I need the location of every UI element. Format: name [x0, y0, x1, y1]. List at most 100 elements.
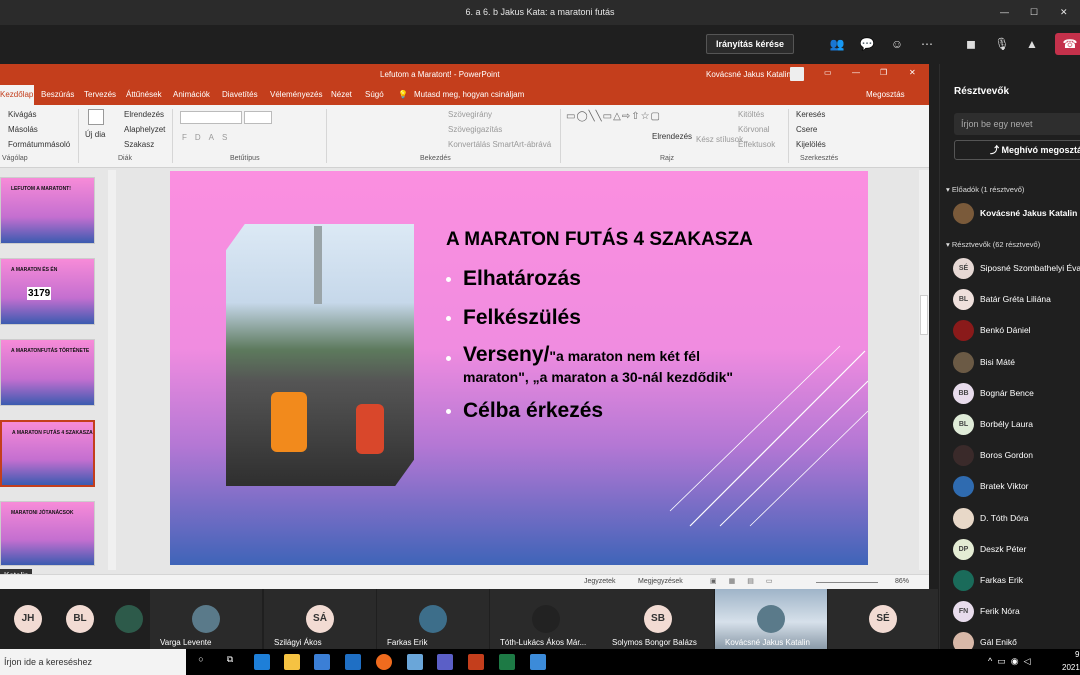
notes-button[interactable]: Jegyzetek [584, 578, 616, 585]
ribbon-display-icon[interactable]: ▭ [824, 68, 832, 77]
photos-icon[interactable] [530, 654, 546, 670]
align-text-button[interactable]: Szövegigazítás [448, 125, 502, 134]
font-size-field[interactable] [244, 111, 272, 124]
participant-row[interactable]: DP Deszk Péter [953, 538, 1080, 561]
participant-row[interactable]: Bisi Máté [953, 351, 1080, 374]
tab-review[interactable]: Véleményezés [270, 90, 322, 99]
slide-thumbnail-3[interactable]: A MARATONFUTÁS TÖRTÉNETE [0, 339, 95, 406]
comments-button[interactable]: Megjegyzések [638, 578, 683, 585]
app-icon[interactable] [407, 654, 423, 670]
convert-smartart-button[interactable]: Konvertálás SmartArt-ábrává [448, 140, 551, 149]
text-direction-button[interactable]: Szövegirány [448, 110, 492, 119]
video-tile[interactable]: Tóth-Lukács Ákos Már... [490, 589, 602, 649]
mail-icon[interactable] [345, 654, 361, 670]
arrange-button[interactable]: Elrendezés [652, 132, 692, 141]
share-screen-icon[interactable]: ▲ [1023, 35, 1041, 53]
cut-button[interactable]: Kivágás [8, 110, 36, 119]
firefox-icon[interactable] [376, 654, 392, 670]
new-slide-button[interactable]: Új dia [85, 130, 105, 139]
video-tile[interactable]: Farkas Erik [377, 589, 489, 649]
tab-animations[interactable]: Animációk [173, 90, 210, 99]
tab-home[interactable]: Kezdőlap [0, 85, 34, 105]
participant-row[interactable]: SÉ Siposné Szombathelyi Éva [953, 258, 1080, 280]
zoom-level[interactable]: 86% [895, 578, 909, 585]
format-painter-button[interactable]: Formátummásoló [8, 140, 70, 149]
clock[interactable]: 9 [1075, 650, 1079, 659]
cortana-icon[interactable]: ○ [193, 654, 209, 670]
chat-icon[interactable]: 💬 [858, 35, 876, 53]
share-button[interactable]: Megosztás [866, 90, 905, 99]
presenters-section-label[interactable]: ▾ Előadók (1 résztvevő) [946, 185, 1024, 194]
participant-row[interactable]: Boros Gordon [953, 445, 1080, 467]
participant-row[interactable]: Farkas Erik [953, 570, 1080, 592]
hang-up-button[interactable]: ☎ [1055, 33, 1080, 55]
participant-row[interactable]: D. Tóth Dóra [953, 507, 1080, 530]
ppt-minimize-icon[interactable]: — [852, 68, 860, 77]
replace-button[interactable]: Csere [796, 125, 817, 134]
slide[interactable]: A MARATON FUTÁS 4 SZAKASZA Elhatározás F… [170, 171, 868, 565]
shapes-gallery[interactable]: ▭◯╲╲▭△⇨⇧☆▢ [566, 111, 661, 122]
reactions-icon[interactable]: ☺ [888, 35, 906, 53]
task-view-icon[interactable]: ⧉ [222, 654, 238, 670]
share-invite-button[interactable]: ⤴ Meghívó megosztá [954, 140, 1080, 160]
video-tile[interactable]: Kovácsné Jakus Katalin [715, 589, 827, 649]
tab-slideshow[interactable]: Diavetítés [222, 90, 258, 99]
video-tile[interactable]: SÁ Szilágyi Ákos [264, 589, 376, 649]
font-format-buttons[interactable]: FDAS [182, 133, 235, 142]
font-name-field[interactable] [180, 111, 242, 124]
user-avatar[interactable] [790, 67, 804, 81]
video-tile[interactable]: BL [58, 589, 102, 649]
quick-styles-button[interactable]: Kész stílusok [696, 135, 743, 144]
system-tray-icons[interactable]: ^▭◉◁ [988, 656, 1036, 667]
excel-icon[interactable] [499, 654, 515, 670]
select-button[interactable]: Kijelölés [796, 140, 826, 149]
participant-row[interactable]: FN Ferik Nóra [953, 601, 1080, 623]
section-button[interactable]: Szakasz [124, 140, 154, 149]
close-icon[interactable]: ✕ [1060, 0, 1068, 25]
find-button[interactable]: Keresés [796, 110, 825, 119]
maximize-icon[interactable]: ☐ [1030, 0, 1038, 25]
zoom-slider[interactable] [816, 582, 878, 583]
slide-scrollbar[interactable] [919, 170, 929, 570]
participant-row-presenter[interactable]: Kovácsné Jakus Katalin [953, 203, 1080, 225]
ppt-restore-icon[interactable]: ❐ [880, 68, 887, 77]
camera-off-icon[interactable]: ◼ [962, 35, 980, 53]
view-buttons[interactable]: ▣▦▤▭ [710, 577, 784, 585]
ppt-close-icon[interactable]: ✕ [909, 68, 916, 77]
tab-transitions[interactable]: Áttűnések [126, 90, 162, 99]
shape-effects-button[interactable]: Effektusok [738, 140, 775, 149]
date[interactable]: 2021. [1062, 663, 1080, 672]
video-tile[interactable]: Varga Levente [150, 589, 262, 649]
new-slide-icon[interactable] [88, 109, 104, 125]
participant-row[interactable]: BL Batár Gréta Liliána [953, 289, 1080, 311]
participant-search-input[interactable]: Írjon be egy nevet [954, 113, 1080, 135]
participant-row[interactable]: BB Bognár Bence [953, 382, 1080, 405]
video-tile[interactable] [111, 589, 147, 649]
copy-button[interactable]: Másolás [8, 125, 38, 134]
shape-outline-button[interactable]: Körvonal [738, 125, 770, 134]
request-control-button[interactable]: Irányítás kérése [706, 34, 794, 54]
tab-help[interactable]: Súgó [365, 90, 384, 99]
store-icon[interactable] [314, 654, 330, 670]
file-explorer-icon[interactable] [284, 654, 300, 670]
slide-thumbnail-4[interactable]: A MARATON FUTÁS 4 SZAKASZA [0, 420, 95, 487]
teams-icon[interactable] [437, 654, 453, 670]
attendees-section-label[interactable]: ▾ Résztvevők (62 résztvevő) [946, 240, 1040, 249]
participant-row[interactable]: Bratek Viktor [953, 476, 1080, 498]
tell-me-box[interactable]: Mutasd meg, hogyan csináljam [414, 90, 524, 99]
video-tile[interactable]: SÉ [828, 589, 938, 649]
thumbnails-scrollbar[interactable] [108, 170, 116, 570]
shape-fill-button[interactable]: Kitöltés [738, 110, 764, 119]
reset-button[interactable]: Alaphelyzet [124, 125, 165, 134]
edge-icon[interactable] [254, 654, 270, 670]
participant-row[interactable]: Benkó Dániel [953, 320, 1080, 342]
video-tile[interactable]: SB Solymos Bongor Balázs [602, 589, 714, 649]
slide-thumbnail-2[interactable]: A MARATON ÉS ÉN 3179 [0, 258, 95, 325]
powerpoint-icon[interactable] [468, 654, 484, 670]
taskbar-search-box[interactable]: Írjon ide a kereséshez [0, 649, 186, 675]
tab-insert[interactable]: Beszúrás [41, 90, 74, 99]
video-tile[interactable]: JH [6, 589, 50, 649]
slide-thumbnail-1[interactable]: LEFUTOM A MARATONT! [0, 177, 95, 244]
tab-view[interactable]: Nézet [331, 90, 352, 99]
participants-icon[interactable]: 👥 [828, 35, 846, 53]
